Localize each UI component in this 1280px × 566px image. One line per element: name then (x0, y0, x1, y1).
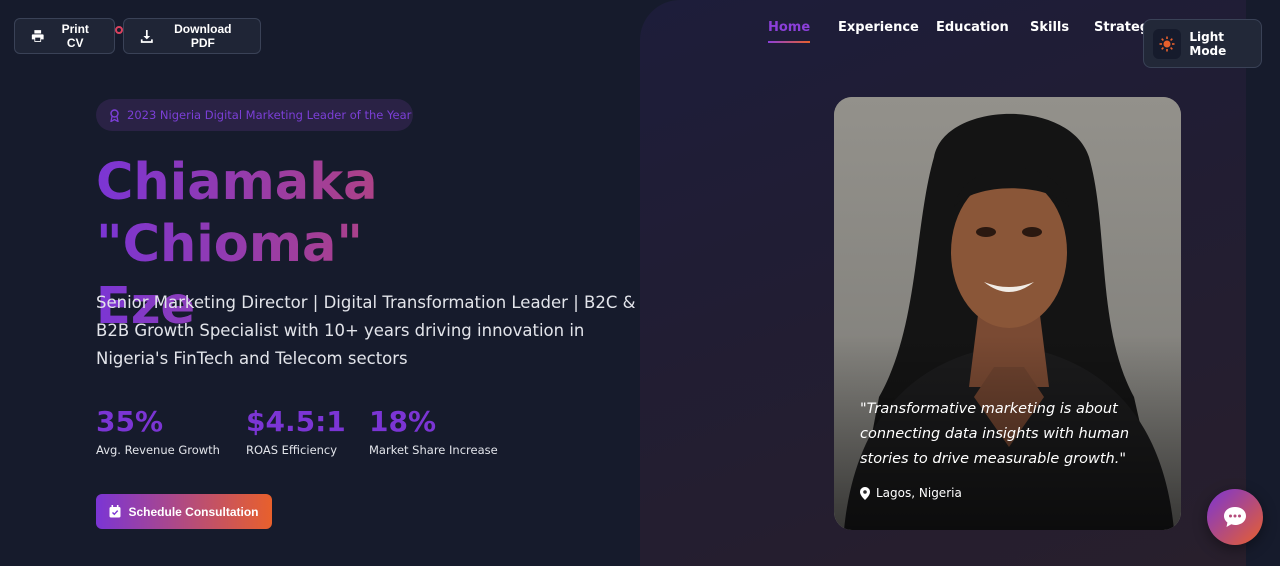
print-cv-label: Print CV (61, 22, 89, 50)
nav-item-experience[interactable]: Experience (838, 20, 919, 43)
award-icon (110, 108, 119, 122)
award-text: 2023 Nigeria Digital Marketing Leader of… (127, 108, 412, 122)
stat-value: $4.5:1 (246, 405, 346, 438)
stat-value: 35% (96, 405, 164, 438)
sun-icon (1153, 28, 1182, 59)
nav-item-skills[interactable]: Skills (1030, 20, 1069, 43)
print-cv-button[interactable]: Print CV (14, 18, 115, 54)
chat-button[interactable] (1207, 489, 1263, 545)
chat-icon (1224, 507, 1246, 527)
cta-label: Schedule Consultation (128, 504, 259, 519)
profile-photo-card: "Transformative marketing is about conne… (834, 97, 1181, 530)
light-mode-toggle[interactable]: Light Mode (1143, 19, 1262, 68)
profile-quote: "Transformative marketing is about conne… (860, 401, 1130, 467)
profile-location: Lagos, Nigeria (860, 486, 962, 500)
download-pdf-button[interactable]: Download PDF (123, 18, 261, 54)
stat-revenue-growth: 35% Avg. Revenue Growth (96, 405, 220, 457)
hero-tagline: Senior Marketing Director | Digital Tran… (96, 293, 636, 368)
logo-mark (115, 26, 123, 34)
stat-value: 18% (369, 405, 437, 438)
stat-market-share: 18% Market Share Increase (369, 405, 498, 457)
nav-item-education[interactable]: Education (936, 20, 1009, 43)
download-icon (140, 30, 153, 43)
light-mode-label: Light Mode (1189, 29, 1227, 58)
download-pdf-label: Download PDF (174, 22, 232, 50)
printer-icon (31, 30, 44, 42)
hero-name-line1: Chiamaka "Chioma" (96, 153, 378, 274)
calendar-check-icon (109, 505, 121, 518)
stat-label: Avg. Revenue Growth (96, 443, 220, 457)
schedule-consultation-button[interactable]: Schedule Consultation (96, 494, 272, 529)
location-text: Lagos, Nigeria (876, 486, 962, 500)
nav-item-home[interactable]: Home (768, 20, 811, 43)
stat-label: Market Share Increase (369, 443, 498, 457)
award-badge: 2023 Nigeria Digital Marketing Leader of… (96, 99, 413, 131)
stat-roas: $4.5:1 ROAS Efficiency (246, 405, 346, 457)
stat-label: ROAS Efficiency (246, 443, 338, 457)
map-pin-icon (860, 486, 870, 500)
